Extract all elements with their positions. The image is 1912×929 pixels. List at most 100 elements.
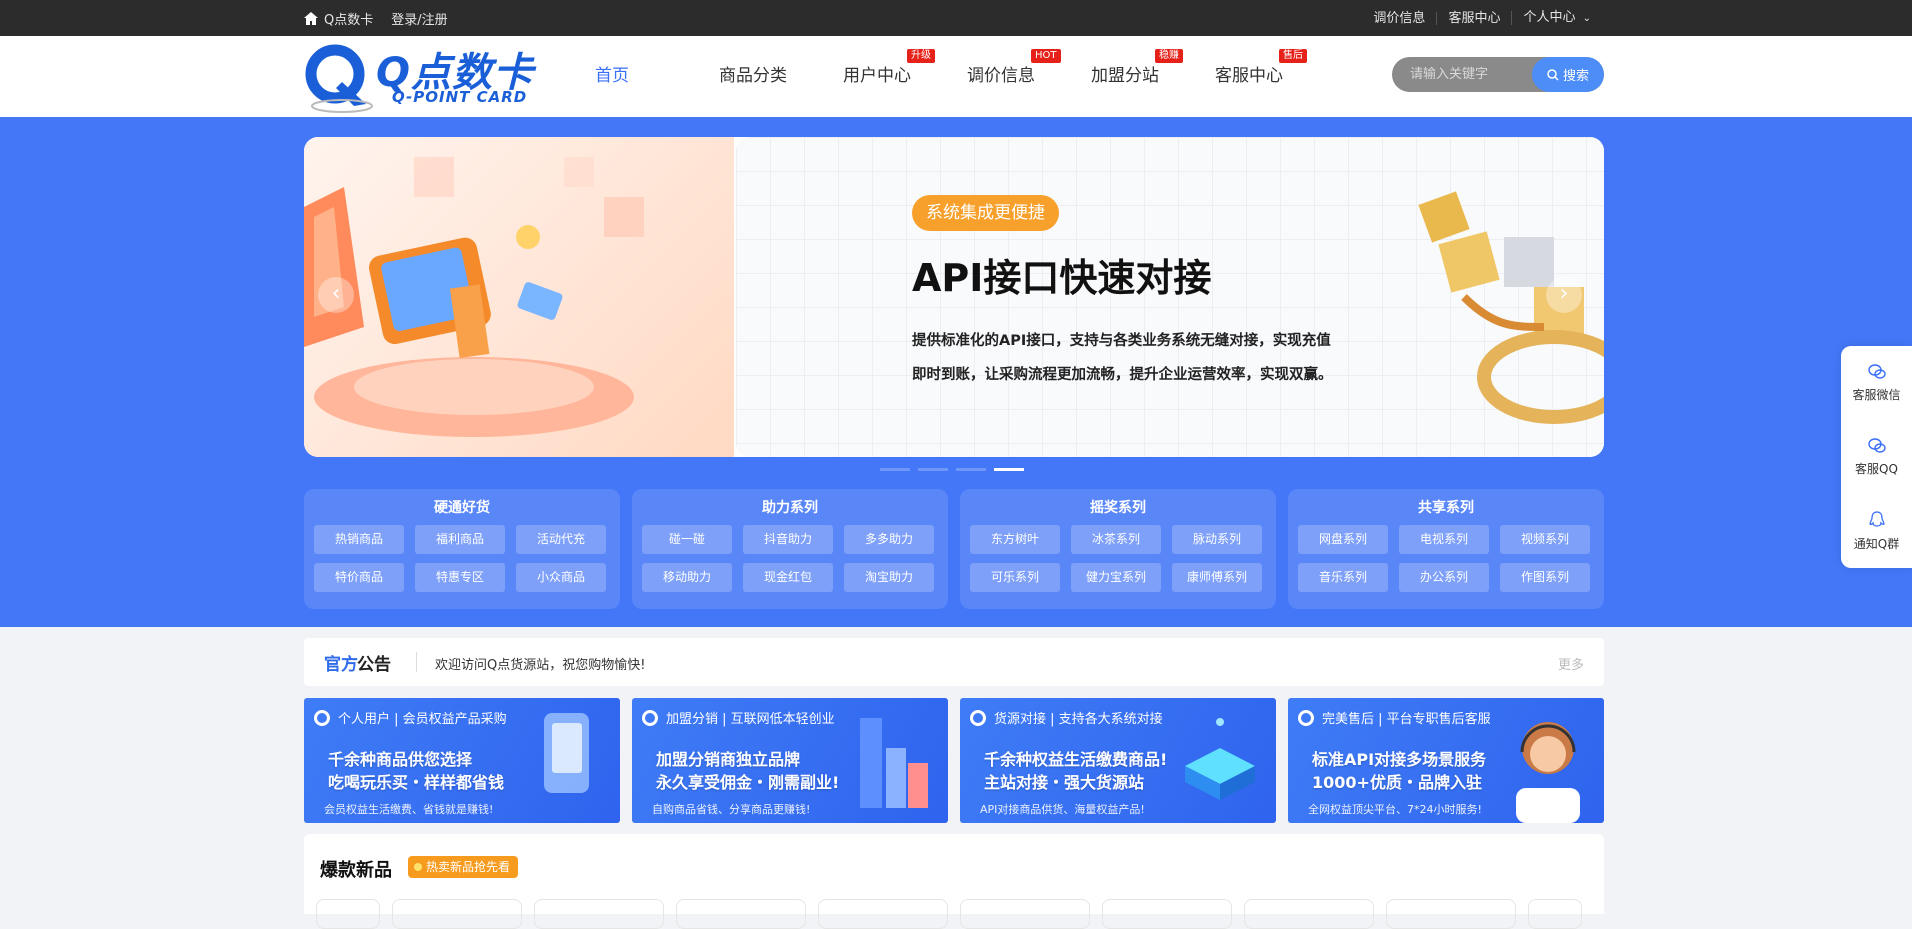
category-item[interactable]: 特价商品: [314, 563, 404, 592]
category-item[interactable]: 移动助力: [642, 563, 732, 592]
carousel-dot[interactable]: [880, 468, 910, 471]
qq-penguin-icon: [1868, 510, 1885, 527]
product-card[interactable]: [1528, 899, 1582, 929]
carousel-next-button[interactable]: ›: [1546, 277, 1582, 313]
category-item[interactable]: 健力宝系列: [1071, 563, 1161, 592]
feature-banner[interactable]: 货源对接 | 支持各大系统对接 千余种权益生活缴费商品! 主站对接・强大货源站 A…: [960, 698, 1276, 823]
category-panel: 摇奖系列 东方树叶 冰茶系列 脉动系列 可乐系列 健力宝系列 康师傅系列: [960, 489, 1276, 609]
carousel-dot[interactable]: [918, 468, 948, 471]
main-nav: 首页 商品分类 用户中心 升级 调价信息 HOT 加盟分站 稳赚 客服中心 售后: [595, 36, 1339, 117]
feature-banner[interactable]: 完美售后 | 平台专职售后客服 标准API对接多场景服务 1000+优质・品牌入驻…: [1288, 698, 1604, 823]
qq-service-button[interactable]: 客服QQ: [1841, 420, 1912, 494]
product-card[interactable]: [1102, 899, 1232, 929]
category-item[interactable]: 现金红包: [743, 563, 833, 592]
user-center-menu[interactable]: 个人中心 ⌄: [1511, 11, 1602, 25]
site-logo[interactable]: Q点数卡 Q-POINT CARD: [304, 36, 544, 117]
banner-headline-line: 千余种商品供您选择: [328, 750, 473, 769]
nav-categories[interactable]: 商品分类: [719, 36, 843, 117]
category-item[interactable]: 可乐系列: [970, 563, 1060, 592]
slide-description: 提供标准化的API接口，支持与各类业务系统无缝对接，实现充值 即时到账，让采购流…: [912, 324, 1362, 392]
service-center-link[interactable]: 客服中心: [1436, 11, 1511, 25]
category-item[interactable]: 热销商品: [314, 525, 404, 554]
wechat-service-button[interactable]: 客服微信: [1841, 346, 1912, 420]
nav-label: 商品分类: [719, 66, 787, 86]
search-button[interactable]: 搜索: [1532, 57, 1604, 92]
divider: [416, 652, 417, 672]
banner-headline-line: 加盟分销商独立品牌: [656, 750, 801, 769]
category-item[interactable]: 办公系列: [1399, 563, 1489, 592]
category-item[interactable]: 作图系列: [1500, 563, 1590, 592]
section-title: 爆款新品: [320, 860, 392, 881]
q-logo-icon: [314, 709, 330, 726]
product-card[interactable]: [392, 899, 522, 929]
banner-carousel[interactable]: ‹ › 系统集成更便捷 API接口快速对接 提供标准化的API接口，支持与各类业…: [304, 137, 1604, 457]
category-item[interactable]: 音乐系列: [1298, 563, 1388, 592]
product-card[interactable]: [1244, 899, 1374, 929]
bar-chart-illustration: [860, 718, 928, 808]
home-link[interactable]: Q点数卡: [304, 9, 373, 28]
nav-user-center[interactable]: 用户中心 升级: [843, 36, 967, 117]
slide-title: API接口快速对接: [912, 256, 1212, 300]
carousel-dots: [880, 468, 1024, 471]
nav-label: 首页: [595, 66, 629, 86]
category-item[interactable]: 东方树叶: [970, 525, 1060, 554]
search-input[interactable]: [1392, 57, 1532, 92]
product-card[interactable]: [316, 899, 380, 929]
qq-group-button[interactable]: 通知Q群: [1841, 494, 1912, 568]
banner-subtext: API对接商品供货、海量权益产品!: [980, 803, 1145, 816]
category-title: 硬通好货: [434, 500, 490, 516]
q-logo-icon: [970, 709, 986, 726]
feature-banner[interactable]: 个人用户 | 会员权益产品采购 千余种商品供您选择 吃喝玩乐买・样样都省钱 会员权…: [304, 698, 620, 823]
nav-franchise[interactable]: 加盟分站 稳赚: [1091, 36, 1215, 117]
product-card[interactable]: [1386, 899, 1516, 929]
banner-headline-line: 1000+优质・品牌入驻: [1312, 773, 1482, 792]
calculator-illustration: [304, 157, 644, 437]
banner-caption: 货源对接 | 支持各大系统对接: [994, 712, 1163, 727]
category-item[interactable]: 碰一碰: [642, 525, 732, 554]
login-register-link[interactable]: 登录/注册: [391, 9, 447, 28]
category-item[interactable]: 电视系列: [1399, 525, 1489, 554]
category-item[interactable]: 抖音助力: [743, 525, 833, 554]
banner-subtext: 全网权益顶尖平台、7*24小时服务!: [1308, 803, 1482, 816]
sidebar-label: 通知Q群: [1853, 536, 1900, 551]
search-button-label: 搜索: [1562, 69, 1589, 84]
banner-caption: 加盟分销 | 互联网低本轻创业: [666, 712, 835, 727]
category-item[interactable]: 康师傅系列: [1172, 563, 1262, 592]
banner-headline-line: 吃喝玩乐买・样样都省钱: [328, 773, 505, 792]
announcement-title-b: 公告: [357, 655, 391, 675]
category-item[interactable]: 脉动系列: [1172, 525, 1262, 554]
category-item[interactable]: 福利商品: [415, 525, 505, 554]
category-item[interactable]: 淘宝助力: [844, 563, 934, 592]
category-item[interactable]: 冰茶系列: [1071, 525, 1161, 554]
category-item[interactable]: 小众商品: [516, 563, 606, 592]
feature-banner[interactable]: 加盟分销 | 互联网低本轻创业 加盟分销商独立品牌 永久享受佣金・刚需副业! 自购…: [632, 698, 948, 823]
nav-service[interactable]: 客服中心 售后: [1215, 36, 1339, 117]
nav-badge: 售后: [1279, 49, 1307, 63]
category-item[interactable]: 活动代充: [516, 525, 606, 554]
phone-illustration: [544, 713, 589, 793]
category-item[interactable]: 特惠专区: [415, 563, 505, 592]
product-card[interactable]: [818, 899, 948, 929]
announcement-more-link[interactable]: 更多: [1558, 654, 1584, 673]
price-info-link[interactable]: 调价信息: [1362, 12, 1436, 25]
category-title: 共享系列: [1418, 500, 1474, 516]
product-card[interactable]: [960, 899, 1090, 929]
product-card[interactable]: [534, 899, 664, 929]
logo-subtext: Q-POINT CARD: [392, 88, 528, 106]
top-bar: Q点数卡 登录/注册 调价信息 客服中心 个人中心 ⌄: [0, 0, 1912, 36]
server-cube-illustration: [1185, 718, 1255, 800]
carousel-dot-active[interactable]: [994, 468, 1024, 471]
announcement-message[interactable]: 欢迎访问Q点货源站，祝您购物愉快!: [435, 654, 645, 673]
category-title: 摇奖系列: [1090, 500, 1146, 516]
nav-price-info[interactable]: 调价信息 HOT: [967, 36, 1091, 117]
carousel-prev-button[interactable]: ‹: [318, 277, 354, 313]
category-item[interactable]: 网盘系列: [1298, 525, 1388, 554]
nav-home[interactable]: 首页: [595, 36, 719, 117]
category-item[interactable]: 视频系列: [1500, 525, 1590, 554]
sidebar-label: 客服微信: [1852, 387, 1901, 402]
banner-caption: 完美售后 | 平台专职售后客服: [1322, 712, 1491, 727]
category-item[interactable]: 多多助力: [844, 525, 934, 554]
site-name-link[interactable]: Q点数卡: [324, 9, 373, 28]
product-card[interactable]: [676, 899, 806, 929]
carousel-dot[interactable]: [956, 468, 986, 471]
